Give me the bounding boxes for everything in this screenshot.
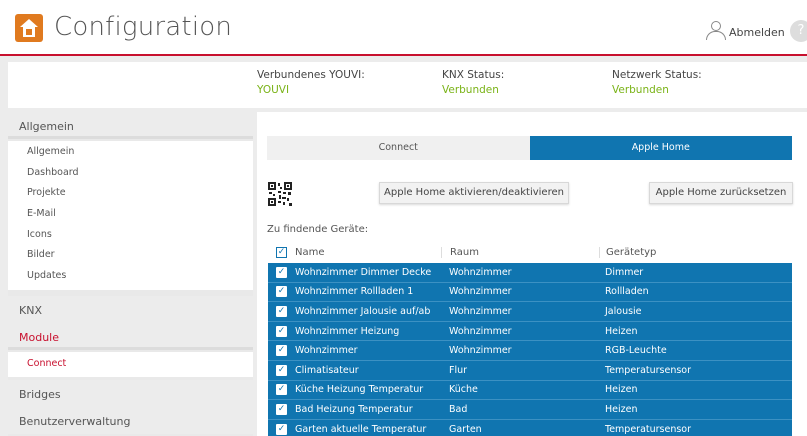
sidebar-sublist-module: Connect bbox=[8, 352, 253, 377]
checkbox-checked-icon[interactable]: ✓ bbox=[276, 286, 287, 298]
table-row[interactable]: ✓ Garten aktuelle Temperatur Garten Tempera… bbox=[268, 419, 792, 436]
device-name: Bad Heizung Temperatur bbox=[295, 403, 413, 415]
device-name: Garten aktuelle Temperatur bbox=[295, 423, 427, 435]
sidebar-item-bilder[interactable]: Bilder bbox=[8, 244, 253, 265]
device-name: Wohnzimmer Dimmer Decke bbox=[295, 266, 432, 278]
device-name: Wohnzimmer bbox=[295, 345, 358, 357]
status-value: Verbunden bbox=[442, 84, 499, 96]
table-row[interactable]: ✓ Wohnzimmer Rollladen 1 Wohnzimmer Rolllad… bbox=[268, 282, 792, 303]
sidebar-section-module[interactable]: Module bbox=[8, 323, 253, 350]
table-row[interactable]: ✓ Bad Heizung Temperatur Bad Heizen bbox=[268, 400, 792, 420]
device-name: Küche Heizung Temperatur bbox=[295, 384, 424, 396]
device-name: Wohnzimmer Rollladen 1 bbox=[295, 286, 414, 298]
device-room: Garten bbox=[449, 423, 482, 435]
status-bar: Verbundenes YOUVI: YOUVI KNX Status: Ver… bbox=[8, 62, 807, 108]
column-header-room[interactable]: Raum bbox=[441, 247, 599, 258]
logout-button[interactable]: Abmelden bbox=[729, 26, 785, 39]
device-room: Wohnzimmer bbox=[449, 345, 512, 357]
table-row[interactable]: ✓ Wohnzimmer Jalousie auf/ab Wohnzimmer Jal… bbox=[268, 302, 792, 322]
table-row[interactable]: ✓ Climatisateur Flur Temperatursensor bbox=[268, 360, 792, 381]
device-type: Temperatursensor bbox=[605, 364, 692, 376]
status-label: Netzwerk Status: bbox=[612, 69, 702, 81]
device-type: Dimmer bbox=[605, 266, 644, 278]
devices-table: ✓ Name Raum Gerätetyp ✓ Wohnzimmer Dimmer… bbox=[268, 242, 792, 436]
status-value: YOUVI bbox=[257, 84, 290, 96]
sidebar: Allgemein Allgemein Dashboard Projekte E… bbox=[8, 112, 253, 436]
device-name: Climatisateur bbox=[295, 364, 359, 376]
device-room: Wohnzimmer bbox=[449, 266, 512, 278]
checkbox-checked-icon[interactable]: ✓ bbox=[276, 345, 287, 357]
device-name: Wohnzimmer Jalousie auf/ab bbox=[295, 305, 431, 317]
apple-home-toggle-button[interactable]: Apple Home aktivieren/deaktivieren bbox=[379, 182, 569, 204]
device-room: Wohnzimmer bbox=[449, 286, 512, 298]
sidebar-item-connect[interactable]: Connect bbox=[8, 352, 253, 373]
apple-home-reset-button[interactable]: Apple Home zurücksetzen bbox=[649, 182, 793, 204]
table-row[interactable]: ✓ Wohnzimmer Wohnzimmer RGB-Leuchte bbox=[268, 341, 792, 361]
sidebar-section-allgemein[interactable]: Allgemein bbox=[8, 112, 253, 139]
device-name: Wohnzimmer Heizung bbox=[295, 325, 400, 337]
status-label: KNX Status: bbox=[442, 69, 505, 81]
user-icon[interactable] bbox=[705, 21, 727, 40]
sidebar-item-email[interactable]: E-Mail bbox=[8, 203, 253, 224]
status-youvi: Verbundenes YOUVI: YOUVI bbox=[257, 69, 365, 96]
checkbox-checked-icon[interactable]: ✓ bbox=[276, 305, 287, 317]
device-room: Wohnzimmer bbox=[449, 325, 512, 337]
device-room: Bad bbox=[449, 403, 468, 415]
app-header: Configuration Abmelden ? bbox=[0, 0, 807, 56]
table-row[interactable]: ✓ Wohnzimmer Dimmer Decke Wohnzimmer Dimmer bbox=[268, 263, 792, 283]
device-type: Heizen bbox=[605, 403, 638, 415]
sidebar-section-knx[interactable]: KNX bbox=[8, 296, 253, 323]
sidebar-sublist-allgemein: Allgemein Dashboard Projekte E-Mail Icon… bbox=[8, 141, 253, 290]
device-type: Jalousie bbox=[605, 305, 642, 317]
column-header-name[interactable]: Name bbox=[295, 247, 441, 258]
checkbox-checked-icon[interactable]: ✓ bbox=[276, 325, 287, 337]
youvi-house-icon bbox=[15, 14, 43, 42]
device-type: Heizen bbox=[605, 325, 638, 337]
sidebar-item-projekte[interactable]: Projekte bbox=[8, 182, 253, 203]
tab-bar: Connect Apple Home bbox=[267, 136, 792, 160]
checkbox-checked-icon[interactable]: ✓ bbox=[276, 364, 287, 376]
table-row[interactable]: ✓ Küche Heizung Temperatur Küche Heizen bbox=[268, 380, 792, 401]
sidebar-item-updates[interactable]: Updates bbox=[8, 265, 253, 286]
checkbox-checked-icon[interactable]: ✓ bbox=[276, 423, 287, 435]
tab-apple-home[interactable]: Apple Home bbox=[529, 136, 792, 160]
status-value: Verbunden bbox=[612, 84, 669, 96]
devices-title: Zu findende Geräte: bbox=[267, 224, 369, 235]
checkbox-checked-icon[interactable]: ✓ bbox=[276, 403, 287, 415]
sidebar-section-benutzerverwaltung[interactable]: Benutzerverwaltung bbox=[8, 407, 253, 434]
table-header: ✓ Name Raum Gerätetyp bbox=[268, 242, 792, 263]
main-panel: Connect Apple Home Apple Home aktivieren… bbox=[257, 112, 807, 436]
device-type: Temperatursensor bbox=[605, 423, 692, 435]
sidebar-item-allgemein[interactable]: Allgemein bbox=[8, 141, 253, 162]
sidebar-item-dashboard[interactable]: Dashboard bbox=[8, 162, 253, 183]
column-header-type[interactable]: Gerätetyp bbox=[599, 247, 792, 258]
device-room: Flur bbox=[449, 364, 468, 376]
checkbox-checked-icon[interactable]: ✓ bbox=[276, 384, 287, 396]
device-type: Heizen bbox=[605, 384, 638, 396]
help-icon[interactable]: ? bbox=[790, 20, 807, 42]
status-label: Verbundenes YOUVI: bbox=[257, 69, 365, 81]
device-room: Wohnzimmer bbox=[449, 305, 512, 317]
tab-connect[interactable]: Connect bbox=[267, 136, 530, 160]
table-row[interactable]: ✓ Wohnzimmer Heizung Wohnzimmer Heizen bbox=[268, 321, 792, 342]
sidebar-item-icons[interactable]: Icons bbox=[8, 224, 253, 245]
device-room: Küche bbox=[449, 384, 478, 396]
device-type: RGB-Leuchte bbox=[605, 345, 667, 357]
qr-code-icon[interactable] bbox=[267, 181, 293, 207]
status-network: Netzwerk Status: Verbunden bbox=[612, 69, 702, 96]
device-type: Rollladen bbox=[605, 286, 649, 298]
page-title: Configuration bbox=[54, 12, 233, 42]
select-all-checkbox[interactable]: ✓ bbox=[276, 247, 287, 258]
status-knx: KNX Status: Verbunden bbox=[442, 69, 504, 96]
sidebar-section-bridges[interactable]: Bridges bbox=[8, 380, 253, 407]
checkbox-checked-icon[interactable]: ✓ bbox=[276, 266, 287, 278]
